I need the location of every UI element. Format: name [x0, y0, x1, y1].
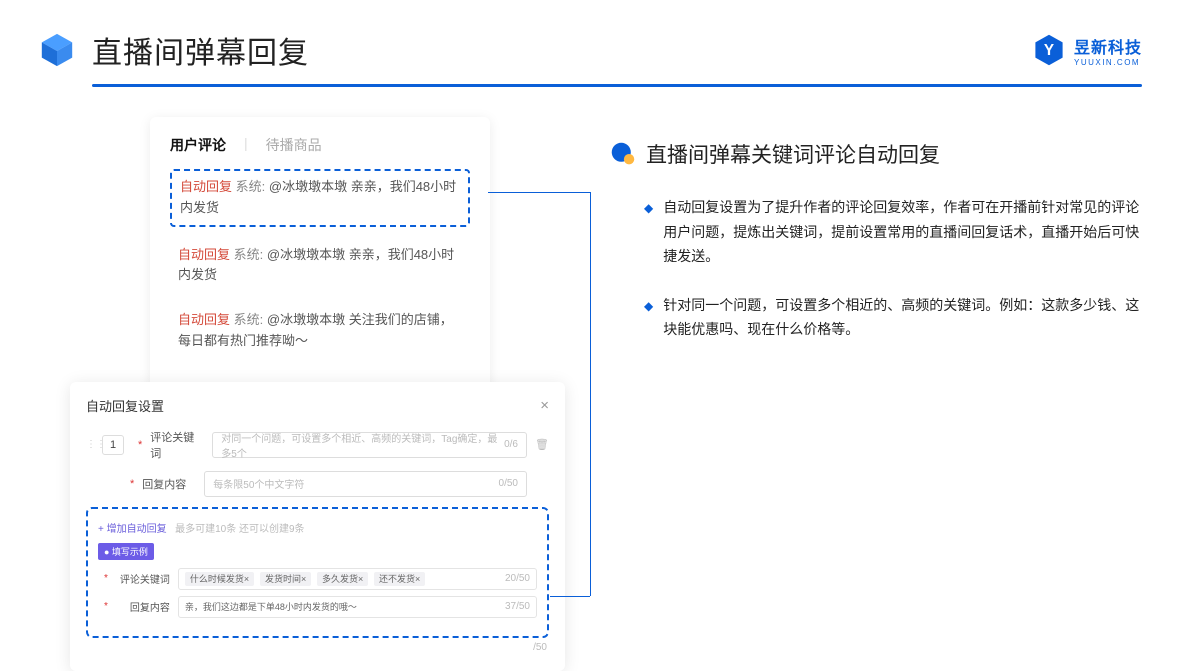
connector-line — [590, 192, 591, 596]
keyword-chip[interactable]: 多久发货× — [317, 572, 368, 586]
system-label: 系统: — [234, 247, 264, 262]
keyword-input[interactable]: 对同一个问题，可设置多个相近、高频的关键词，Tag确定，最多5个 0/6 — [212, 432, 527, 458]
bullet-text: 自动回复设置为了提升作者的评论回复效率，作者可在开播前针对常见的评论用户问题，提… — [663, 195, 1142, 269]
keyword-chip[interactable]: 发货时间× — [260, 572, 311, 586]
settings-card: 自动回复设置 × ⋮⋮ 1 * 评论关键词 对同一个问题，可设置多个相近、高频的… — [70, 382, 565, 671]
brand-logo: Y 昱新科技 YUUXIN.COM — [1032, 33, 1142, 67]
section-title: 直播间弹幕关键词评论自动回复 — [646, 139, 940, 169]
example-content-counter: 37/50 — [505, 601, 530, 612]
tab-pending-products[interactable]: 待播商品 — [266, 135, 322, 155]
section-header: 直播间弹幕关键词评论自动回复 — [610, 139, 1142, 169]
example-content-text: 亲，我们这边都是下单48小时内发货的哦～ — [185, 600, 357, 613]
chat-bubble-icon — [610, 141, 636, 167]
tabs: 用户评论 | 待播商品 — [170, 135, 470, 155]
required-star: * — [138, 439, 142, 451]
add-hint: 最多可建10条 还可以创建9条 — [175, 524, 304, 535]
header-left: 直播间弹幕回复 — [38, 28, 309, 72]
svg-text:Y: Y — [1044, 42, 1054, 59]
content-area: 用户评论 | 待播商品 自动回复 系统: @冰墩墩本墩 亲亲，我们48小时内发货… — [0, 87, 1180, 671]
right-column: 直播间弹幕关键词评论自动回复 ◆ 自动回复设置为了提升作者的评论回复效率，作者可… — [610, 117, 1142, 671]
content-counter: 0/50 — [499, 478, 518, 489]
example-badge: ● 填写示例 — [98, 543, 154, 560]
system-label: 系统: — [236, 179, 266, 194]
add-row: + 增加自动回复 最多可建10条 还可以创建9条 — [98, 519, 537, 537]
brand-icon: Y — [1032, 33, 1066, 67]
diamond-bullet-icon: ◆ — [644, 198, 653, 269]
cube-icon — [38, 31, 76, 69]
comments-card: 用户评论 | 待播商品 自动回复 系统: @冰墩墩本墩 亲亲，我们48小时内发货… — [150, 117, 490, 390]
left-column: 用户评论 | 待播商品 自动回复 系统: @冰墩墩本墩 亲亲，我们48小时内发货… — [70, 117, 570, 671]
page-title: 直播间弹幕回复 — [92, 28, 309, 72]
comment-row: 自动回复 系统: @冰墩墩本墩 关注我们的店铺，每日都有热门推荐呦～ — [170, 304, 470, 358]
example-kw-counter: 20/50 — [505, 573, 530, 584]
example-kw-input[interactable]: 什么时候发货× 发货时间× 多久发货× 还不发货× 20/50 — [178, 568, 537, 590]
brand-sub: YUUXIN.COM — [1074, 58, 1142, 67]
required-star: * — [104, 573, 108, 584]
connector-line — [488, 192, 590, 193]
required-star: * — [104, 601, 108, 612]
content-placeholder: 每条限50个中文字符 — [213, 476, 304, 491]
system-label: 系统: — [234, 312, 264, 327]
example-kw-label: 评论关键词 — [116, 571, 170, 586]
keyword-counter: 0/6 — [504, 439, 518, 450]
diamond-bullet-icon: ◆ — [644, 296, 653, 342]
example-content-label: 回复内容 — [116, 599, 170, 614]
bullet-list: ◆ 自动回复设置为了提升作者的评论回复效率，作者可在开播前针对常见的评论用户问题… — [610, 195, 1142, 342]
content-row: * 回复内容 每条限50个中文字符 0/50 — [86, 471, 549, 497]
close-icon[interactable]: × — [540, 397, 549, 414]
delete-icon[interactable]: 🗑 — [535, 438, 549, 451]
required-star: * — [130, 478, 134, 490]
chip-group: 什么时候发货× 发货时间× 多久发货× 还不发货× — [185, 572, 428, 585]
keyword-chip[interactable]: 还不发货× — [374, 572, 425, 586]
order-number: 1 — [102, 435, 124, 455]
keyword-label: 评论关键词 — [150, 429, 204, 461]
keyword-chip[interactable]: 什么时候发货× — [185, 572, 254, 586]
bullet-item: ◆ 自动回复设置为了提升作者的评论回复效率，作者可在开播前针对常见的评论用户问题… — [644, 195, 1142, 269]
example-content-row: * 回复内容 亲，我们这边都是下单48小时内发货的哦～ 37/50 — [98, 596, 537, 618]
auto-reply-tag: 自动回复 — [178, 247, 230, 262]
comment-row: 自动回复 系统: @冰墩墩本墩 亲亲，我们48小时内发货 — [170, 239, 470, 293]
connector-line — [550, 596, 590, 597]
example-keyword-row: * 评论关键词 什么时候发货× 发货时间× 多久发货× 还不发货× 20/50 — [98, 568, 537, 590]
example-content-input[interactable]: 亲，我们这边都是下单48小时内发货的哦～ 37/50 — [178, 596, 537, 618]
keyword-row: ⋮⋮ 1 * 评论关键词 对同一个问题，可设置多个相近、高频的关键词，Tag确定… — [86, 429, 549, 461]
brand-name: 昱新科技 — [1074, 34, 1142, 58]
settings-title-row: 自动回复设置 × — [86, 396, 549, 415]
auto-reply-tag: 自动回复 — [180, 179, 232, 194]
brand-text: 昱新科技 YUUXIN.COM — [1074, 34, 1142, 67]
auto-reply-tag: 自动回复 — [178, 312, 230, 327]
example-box: + 增加自动回复 最多可建10条 还可以创建9条 ● 填写示例 * 评论关键词 … — [86, 507, 549, 638]
bullet-item: ◆ 针对同一个问题，可设置多个相近的、高频的关键词。例如：这款多少钱、这块能优惠… — [644, 293, 1142, 342]
content-input[interactable]: 每条限50个中文字符 0/50 — [204, 471, 527, 497]
tab-user-comments[interactable]: 用户评论 — [170, 135, 226, 155]
comment-row-highlighted: 自动回复 系统: @冰墩墩本墩 亲亲，我们48小时内发货 — [170, 169, 470, 227]
settings-title: 自动回复设置 — [86, 396, 164, 415]
bullet-text: 针对同一个问题，可设置多个相近的、高频的关键词。例如：这款多少钱、这块能优惠吗、… — [663, 293, 1142, 342]
page-header: 直播间弹幕回复 Y 昱新科技 YUUXIN.COM — [0, 0, 1180, 84]
drag-handle-icon[interactable]: ⋮⋮ — [86, 439, 94, 450]
keyword-placeholder: 对同一个问题，可设置多个相近、高频的关键词，Tag确定，最多5个 — [221, 430, 504, 460]
add-auto-reply-link[interactable]: + 增加自动回复 — [98, 524, 167, 535]
right-counter: /50 — [86, 638, 549, 653]
content-label: 回复内容 — [142, 476, 196, 492]
tab-separator: | — [244, 135, 248, 155]
